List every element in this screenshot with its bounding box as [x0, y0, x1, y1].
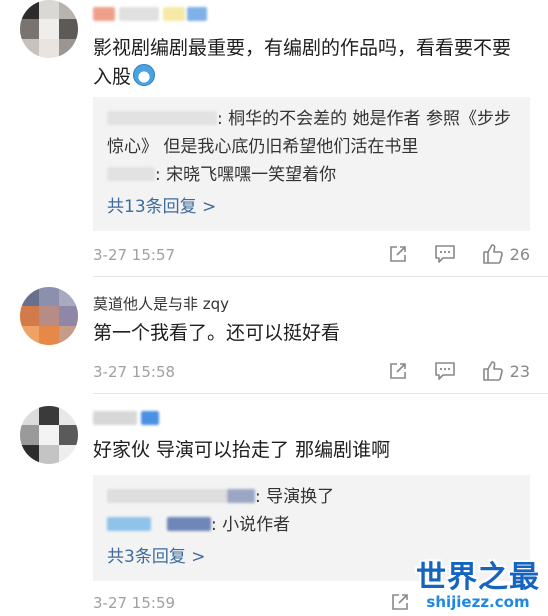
comment-icon	[434, 362, 455, 380]
username-blurred	[119, 7, 159, 21]
share-icon	[389, 246, 406, 262]
reply-item: : 桐华的不会差的 她是作者 参照《步步惊心》 但是我心底仍旧希望他们活在书里	[107, 105, 516, 161]
reply-author-blurred	[107, 167, 155, 181]
comment-button[interactable]	[434, 244, 456, 264]
share-icon	[389, 363, 406, 379]
watermark: 世界之最 shijiezz.com	[416, 560, 540, 611]
reply-author-blurred	[227, 489, 255, 503]
timestamp: 3-27 15:58	[93, 363, 176, 381]
divider	[93, 276, 548, 277]
like-count: 23	[509, 361, 530, 381]
share-button[interactable]	[388, 361, 408, 381]
like-button[interactable]: 23	[482, 361, 530, 381]
more-replies-link[interactable]: 共13条回复 >	[107, 193, 516, 221]
comment-item: 莫道他人是与非 zqy 第一个我看了。还可以挺好看 3-27 15:58 23	[0, 287, 548, 397]
username[interactable]	[93, 408, 159, 428]
reply-text: : 宋晓飞嘿嘿一笑望着你	[155, 165, 337, 185]
comment-text: 第一个我看了。还可以挺好看	[93, 322, 341, 344]
thumbs-up-icon	[482, 361, 503, 381]
username-blurred	[93, 7, 115, 21]
username-blurred	[163, 7, 185, 21]
comment-meta: 3-27 15:58 23	[93, 361, 530, 385]
comment-text: 影视剧编剧最重要，有编剧的作品吗，看看要不要入股	[93, 37, 512, 88]
avatar[interactable]	[20, 287, 78, 345]
comment-item: 影视剧编剧最重要，有编剧的作品吗，看看要不要入股 : 桐华的不会差的 她是作者 …	[0, 0, 548, 275]
comment-text: 好家伙 导演可以抬走了 那编剧谁啊	[93, 439, 391, 461]
reply-text: : 导演换了	[255, 487, 335, 507]
username-blurred	[93, 411, 137, 425]
share-icon	[392, 594, 408, 610]
username-text: 莫道他人是与非 zqy	[93, 294, 230, 313]
like-count: 26	[509, 244, 530, 264]
reply-author-blurred	[167, 517, 211, 531]
username[interactable]: 莫道他人是与非 zqy	[93, 293, 229, 313]
reply-box[interactable]: : 桐华的不会差的 她是作者 参照《步步惊心》 但是我心底仍旧希望他们活在书里 …	[93, 97, 530, 231]
reply-item: : 宋晓飞嘿嘿一笑望着你	[107, 161, 516, 189]
thumbs-up-icon	[482, 244, 503, 264]
comment-icon	[434, 245, 455, 263]
reply-text: : 小说作者	[211, 515, 291, 535]
divider	[93, 393, 548, 394]
username-blurred	[141, 411, 159, 425]
reply-author-blurred	[107, 489, 227, 503]
timestamp: 3-27 15:59	[93, 594, 176, 612]
share-button[interactable]	[388, 244, 408, 264]
reply-author-blurred	[107, 517, 151, 531]
reply-author-blurred	[107, 111, 217, 125]
share-button[interactable]	[390, 592, 410, 612]
emoji-icon	[133, 64, 156, 86]
watermark-title: 世界之最	[416, 560, 540, 595]
action-bar: 26	[362, 244, 530, 264]
action-bar: 23	[362, 361, 530, 381]
watermark-url: shijiezz.com	[426, 593, 530, 611]
avatar[interactable]	[20, 406, 78, 464]
reply-item: : 导演换了	[107, 483, 516, 511]
reply-item: : 小说作者	[107, 511, 516, 539]
comment-meta: 3-27 15:57 26	[93, 244, 530, 268]
avatar[interactable]	[20, 0, 78, 58]
comment-button[interactable]	[434, 361, 456, 381]
username[interactable]	[93, 4, 207, 24]
like-button[interactable]: 26	[482, 244, 530, 264]
username-blurred	[187, 7, 207, 21]
timestamp: 3-27 15:57	[93, 246, 176, 264]
